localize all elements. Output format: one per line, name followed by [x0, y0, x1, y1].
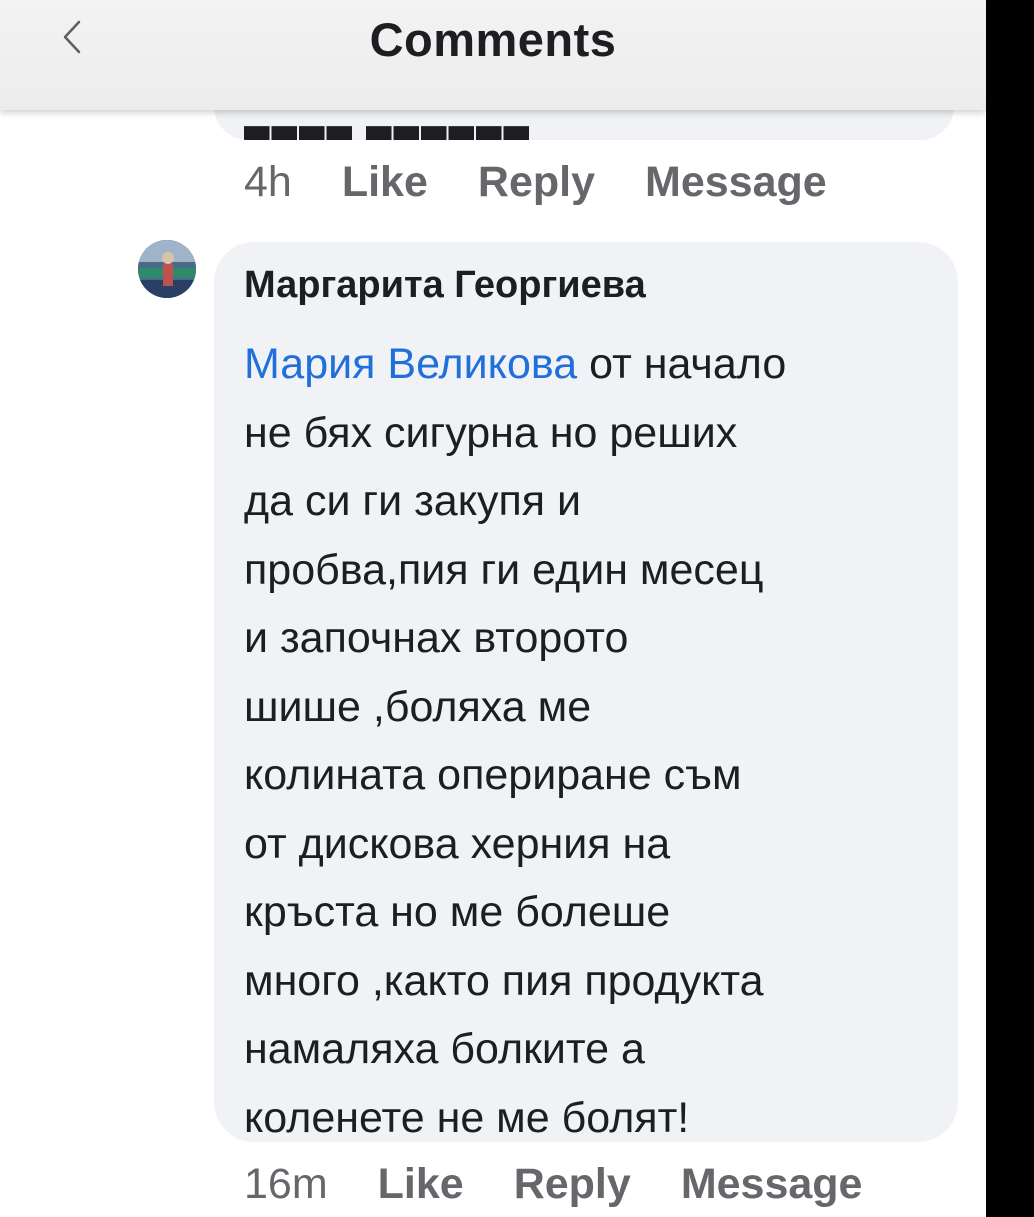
avatar-photo-icon	[138, 240, 196, 298]
comment-line: не бях сигурна но реших	[244, 408, 738, 457]
header-bar: Comments	[0, 0, 986, 110]
comment-line: пробва,пия ги един месец	[244, 545, 764, 594]
comment-text: Мария Великова от начало не бях сигурна …	[244, 330, 944, 1152]
page-title: Comments	[369, 13, 617, 66]
comment-line: много ,както пия продукта	[244, 956, 764, 1005]
mention-link[interactable]: Мария Великова	[244, 340, 577, 388]
message-button[interactable]: Message	[681, 1160, 863, 1209]
comment-line: колината опериране съм	[244, 751, 742, 799]
like-button[interactable]: Like	[378, 1160, 464, 1209]
comment-line: да си ги закупя и	[244, 477, 582, 525]
comment-actions: 16m Like Reply Message	[244, 1160, 912, 1209]
like-button[interactable]: Like	[342, 158, 428, 207]
avatar[interactable]	[138, 240, 196, 298]
comment-line: кръста но ме болеше	[244, 888, 671, 936]
reply-button[interactable]: Reply	[514, 1160, 631, 1209]
comments-screen: ▄▄▄▄ ▄▄▄▄▄▄ Comments 4h Like Reply Messa…	[0, 0, 986, 1217]
comment-line: шише ,боляха ме	[244, 682, 592, 731]
comment-author-name[interactable]: Маргарита Георгиева	[244, 264, 646, 307]
comment-timestamp: 16m	[244, 1160, 328, 1208]
comment-line: коленете не ме болят!	[244, 1093, 690, 1142]
comment-line: от начало	[577, 340, 787, 388]
comment-bubble: Маргарита Георгиева Мария Великова от на…	[214, 242, 958, 1142]
comment-line: и започнах второто	[244, 614, 629, 662]
message-button[interactable]: Message	[645, 158, 827, 207]
previous-comment-timestamp: 4h	[244, 158, 292, 206]
comment-line: намаляха болките а	[244, 1025, 645, 1073]
comment-line: от дискова херния на	[244, 819, 671, 868]
reply-button[interactable]: Reply	[478, 158, 595, 207]
previous-comment-actions: 4h Like Reply Message	[244, 158, 877, 207]
